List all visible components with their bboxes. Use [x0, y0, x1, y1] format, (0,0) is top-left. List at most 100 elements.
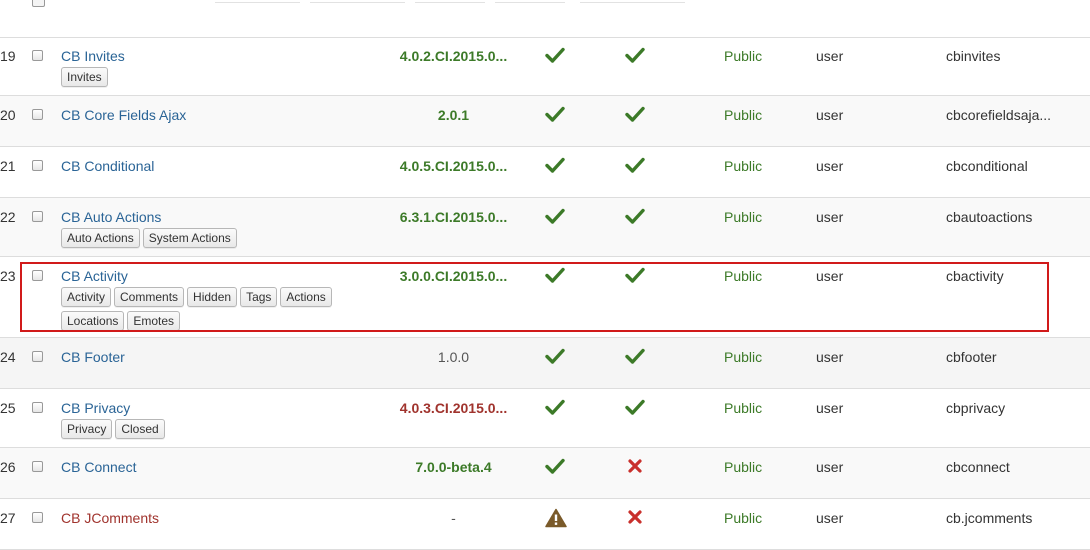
row-checkbox[interactable] [32, 512, 43, 523]
check-icon[interactable] [545, 207, 567, 227]
check-icon[interactable] [545, 347, 567, 367]
plugin-version: 1.0.0 [437, 349, 470, 365]
row-id: 27 [0, 510, 16, 526]
plugin-type: user [816, 48, 844, 64]
access-level: Public [724, 209, 763, 225]
row-id: 26 [0, 459, 16, 475]
check-icon[interactable] [545, 457, 567, 477]
tag-button[interactable]: Activity [61, 287, 112, 307]
tag-button[interactable]: Auto Actions [61, 228, 140, 248]
check-icon[interactable] [625, 398, 647, 418]
plugin-name-link[interactable]: CB Connect [61, 459, 136, 475]
tag-button[interactable]: Hidden [187, 287, 238, 307]
row-id: 20 [0, 107, 16, 123]
check-icon[interactable] [625, 347, 647, 367]
plugin-name-cell: CB JComments [61, 509, 159, 527]
plugin-name-link[interactable]: CB Activity [61, 268, 128, 284]
plugin-type: user [816, 158, 844, 174]
plugin-name-link[interactable]: CB Privacy [61, 400, 130, 416]
plugin-element: cbactivity [946, 268, 1004, 284]
check-icon[interactable] [625, 156, 647, 176]
check-icon[interactable] [545, 398, 567, 418]
cross-icon[interactable] [625, 457, 647, 477]
access-level: Public [724, 48, 763, 64]
row-id: 24 [0, 349, 16, 365]
row-checkbox[interactable] [32, 50, 43, 61]
row-checkbox[interactable] [32, 211, 43, 222]
access-level: Public [724, 459, 763, 475]
plugin-name-cell: CB Privacy [61, 399, 130, 417]
check-icon[interactable] [545, 46, 567, 66]
tag-button[interactable]: Closed [115, 419, 165, 439]
previous-row-partial [0, 0, 1090, 38]
row-id: 22 [0, 209, 16, 225]
table-row: 22 CB Auto Actions Auto Actions System Ac… [0, 198, 1090, 257]
plugin-element: cbinvites [946, 48, 1001, 64]
plugin-element: cbconnect [946, 459, 1010, 475]
access-level: Public [724, 268, 763, 284]
table-row: 26 CB Connect 7.0.0-beta.4 Public user c… [0, 448, 1090, 499]
row-checkbox[interactable] [32, 109, 43, 120]
check-icon[interactable] [545, 105, 567, 125]
plugin-type: user [816, 349, 844, 365]
plugin-version: 4.0.2.CI.2015.0... [399, 48, 508, 64]
table-row: 19 CB Invites Invites 4.0.2.CI.2015.0...… [0, 37, 1090, 96]
row-checkbox[interactable] [32, 0, 45, 7]
table-row: 25 CB Privacy Privacy Closed 4.0.3.CI.201… [0, 389, 1090, 448]
plugin-tags: Activity Comments Hidden Tags Actions Locatio… [61, 287, 351, 335]
row-checkbox[interactable] [32, 402, 43, 413]
row-checkbox[interactable] [32, 270, 43, 281]
check-icon[interactable] [625, 105, 647, 125]
plugin-name-link[interactable]: CB Invites [61, 48, 125, 64]
plugin-type: user [816, 400, 844, 416]
row-id: 23 [0, 268, 16, 284]
tag-button[interactable]: System Actions [142, 228, 237, 248]
plugin-element: cb.jcomments [946, 510, 1033, 526]
tag-button[interactable]: Comments [114, 287, 185, 307]
table-row: 21 CB Conditional 4.0.5.CI.2015.0... Pub… [0, 147, 1090, 198]
tag-button[interactable]: Invites [61, 67, 108, 87]
plugin-version: 2.0.1 [437, 107, 470, 123]
warning-icon[interactable] [545, 508, 567, 528]
check-icon[interactable] [625, 266, 647, 286]
cross-icon[interactable] [625, 508, 647, 528]
row-checkbox[interactable] [32, 160, 43, 171]
row-checkbox[interactable] [32, 351, 43, 362]
plugin-element: cbprivacy [946, 400, 1006, 416]
plugin-name-link[interactable]: CB Conditional [61, 158, 154, 174]
table-row: 20 CB Core Fields Ajax 2.0.1 Public user… [0, 96, 1090, 147]
table-row: 27 CB JComments - Public user cb.jcommen… [0, 499, 1090, 550]
tag-button[interactable]: Privacy [61, 419, 113, 439]
plugin-name-cell: CB Auto Actions [61, 208, 161, 226]
plugin-name-cell: CB Activity [61, 267, 128, 285]
access-level: Public [724, 107, 763, 123]
plugin-version: 7.0.0-beta.4 [415, 459, 492, 475]
plugin-element: cbautoactions [946, 209, 1033, 225]
check-icon[interactable] [625, 207, 647, 227]
check-icon[interactable] [545, 156, 567, 176]
plugin-name-cell: CB Core Fields Ajax [61, 106, 186, 124]
tag-button[interactable]: Emotes [127, 311, 181, 331]
plugin-name-link[interactable]: CB Footer [61, 349, 125, 365]
check-icon[interactable] [545, 266, 567, 286]
access-level: Public [724, 400, 763, 416]
plugin-tags: Invites [61, 67, 351, 91]
plugin-type: user [816, 459, 844, 475]
row-id: 21 [0, 158, 16, 174]
plugin-name-link[interactable]: CB JComments [61, 510, 159, 526]
tag-button[interactable]: Tags [240, 287, 278, 307]
plugin-name-cell: CB Invites [61, 47, 125, 65]
tag-button[interactable]: Actions [280, 287, 332, 307]
plugin-name-cell: CB Connect [61, 458, 136, 476]
check-icon[interactable] [625, 46, 647, 66]
row-checkbox[interactable] [32, 461, 43, 472]
plugin-type: user [816, 510, 844, 526]
row-id: 25 [0, 400, 16, 416]
plugin-name-link[interactable]: CB Auto Actions [61, 209, 161, 225]
tag-button[interactable]: Locations [61, 311, 125, 331]
table-row-selected: 23 CB Activity Activity Comments Hidden Tag… [0, 257, 1090, 338]
plugin-tags: Privacy Closed [61, 419, 351, 443]
plugin-name-link[interactable]: CB Core Fields Ajax [61, 107, 186, 123]
plugin-type: user [816, 209, 844, 225]
access-level: Public [724, 510, 763, 526]
